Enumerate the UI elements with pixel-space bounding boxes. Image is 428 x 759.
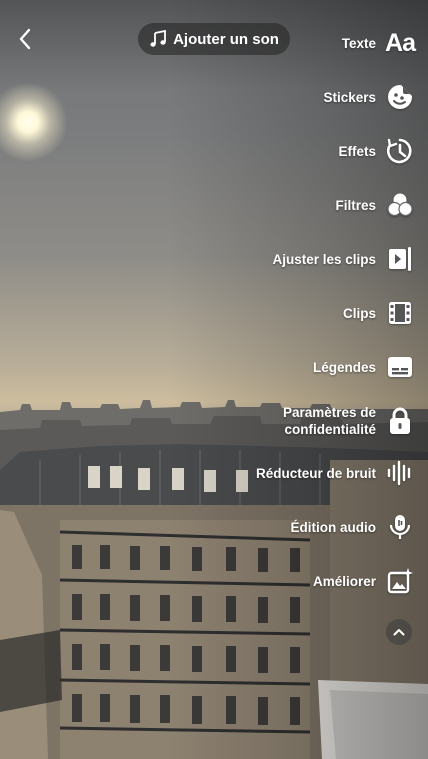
text-aa-icon: Aa <box>385 28 416 57</box>
tool-confidentialite[interactable]: Paramètres de confidentialité <box>283 401 416 441</box>
tool-stickers[interactable]: Stickers <box>323 79 416 115</box>
tool-label-confidentialite: Paramètres de confidentialité <box>283 404 376 438</box>
tool-label-clips: Clips <box>342 305 376 321</box>
lock-icon <box>384 405 416 437</box>
collapse-toolbar-button[interactable] <box>386 619 412 645</box>
chevron-up-icon <box>393 629 405 636</box>
tool-filtres[interactable]: Filtres <box>335 187 416 223</box>
filters-circles-icon <box>384 189 416 221</box>
tool-ajuster-clips[interactable]: Ajuster les clips <box>272 241 416 277</box>
tool-label-filtres: Filtres <box>335 197 376 213</box>
edit-toolbar: Texte Aa Stickers Effets Filtres Ajuster… <box>0 0 428 759</box>
tool-label-confidentialite-line1: Paramètres de <box>282 405 376 420</box>
tool-label-bruit: Réducteur de bruit <box>255 465 376 481</box>
sticker-icon <box>384 81 416 113</box>
tool-effets[interactable]: Effets <box>338 133 416 169</box>
tool-label-ajuster: Ajuster les clips <box>272 251 376 267</box>
tool-label-texte: Texte <box>341 35 376 51</box>
tool-label-stickers: Stickers <box>323 89 376 105</box>
effects-timer-icon <box>384 135 416 167</box>
adjust-clips-icon <box>384 243 416 275</box>
tool-label-effets: Effets <box>338 143 376 159</box>
tool-label-confidentialite-line2: confidentialité <box>284 422 376 437</box>
tool-reducteur-bruit[interactable]: Réducteur de bruit <box>256 455 416 491</box>
tool-texte[interactable]: Texte Aa <box>342 25 416 61</box>
tool-label-legendes: Légendes <box>312 359 376 375</box>
tool-edition-audio[interactable]: Édition audio <box>291 509 417 545</box>
enhance-sparkle-icon <box>384 565 416 597</box>
captions-icon <box>384 351 416 383</box>
tool-legendes[interactable]: Légendes <box>313 349 416 385</box>
film-strip-icon <box>384 297 416 329</box>
noise-reducer-icon <box>384 457 416 489</box>
tool-ameliorer[interactable]: Améliorer <box>313 563 416 599</box>
audio-edit-icon <box>384 511 416 543</box>
tool-clips[interactable]: Clips <box>343 295 416 331</box>
tool-label-ameliorer: Améliorer <box>312 573 376 589</box>
tool-label-audio: Édition audio <box>290 519 377 535</box>
